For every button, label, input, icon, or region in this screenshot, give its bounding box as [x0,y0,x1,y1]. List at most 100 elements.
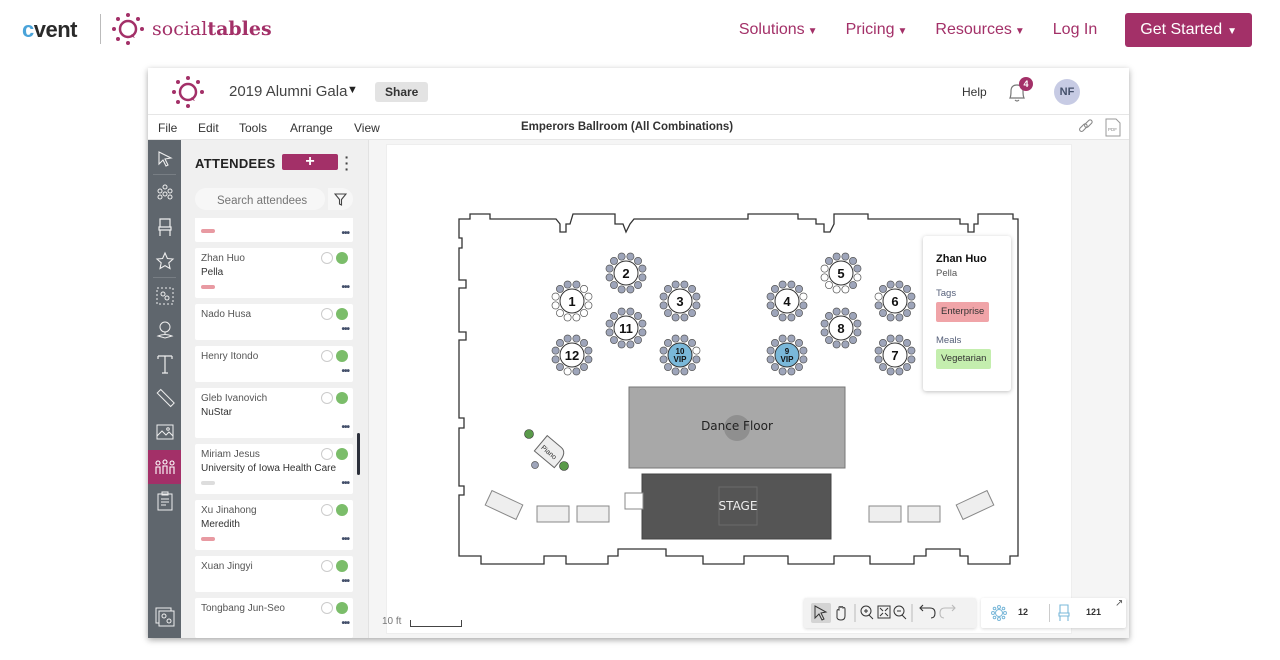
plant-icon[interactable] [559,461,569,471]
seat[interactable] [903,339,911,347]
seat[interactable] [895,367,904,376]
seat[interactable] [580,285,588,293]
seat[interactable] [572,313,581,322]
seat[interactable] [895,280,904,289]
table-12[interactable]: 12 [551,334,593,376]
seat[interactable] [659,301,668,310]
seat[interactable] [680,334,689,343]
seat[interactable] [626,252,635,261]
table-1[interactable]: 1 [551,280,593,322]
seat[interactable] [825,257,833,265]
seat[interactable] [610,312,618,320]
seat[interactable] [879,309,887,317]
seat[interactable] [634,257,642,265]
seat[interactable] [799,301,808,310]
seat[interactable] [820,319,829,328]
seat[interactable] [766,292,775,301]
seat[interactable] [556,339,564,347]
seat[interactable] [903,285,911,293]
seat[interactable] [617,285,626,294]
table-8[interactable]: 8 [820,307,862,349]
seat[interactable] [626,285,635,294]
zoom-out-icon[interactable] [893,605,907,620]
nav-login[interactable]: Log In [1053,21,1097,39]
cake-table[interactable] [907,505,941,523]
seat[interactable] [886,334,895,343]
seat[interactable] [771,309,779,317]
undo-icon[interactable] [919,604,936,619]
stage[interactable]: STAGE [641,473,832,540]
seat[interactable] [903,363,911,371]
seat[interactable] [671,334,680,343]
table-6[interactable]: 6 [874,280,916,322]
seat[interactable] [671,367,680,376]
seat[interactable] [638,319,647,328]
seat[interactable] [531,461,539,469]
seat[interactable] [778,334,787,343]
seat[interactable] [664,285,672,293]
seat[interactable] [832,252,841,261]
seat[interactable] [563,334,572,343]
seat[interactable] [692,292,701,301]
seat[interactable] [580,339,588,347]
seat[interactable] [874,292,883,301]
buffet-table[interactable] [868,505,902,523]
seat[interactable] [886,280,895,289]
seat[interactable] [799,346,808,355]
seat[interactable] [634,281,642,289]
seat[interactable] [556,285,564,293]
bar-table[interactable] [484,489,524,521]
seat[interactable] [799,355,808,364]
seat[interactable] [572,367,581,376]
table-3[interactable]: 3 [659,280,701,322]
seat[interactable] [825,312,833,320]
seat[interactable] [795,363,803,371]
seat[interactable] [778,313,787,322]
seat[interactable] [832,340,841,349]
seat[interactable] [849,257,857,265]
seat[interactable] [580,363,588,371]
seat[interactable] [795,339,803,347]
seat[interactable] [563,280,572,289]
seat[interactable] [778,280,787,289]
table-11[interactable]: 11 [605,307,647,349]
seat[interactable] [556,363,564,371]
seat[interactable] [832,307,841,316]
seat[interactable] [692,355,701,364]
seat[interactable] [787,280,796,289]
seat[interactable] [584,355,593,364]
seat[interactable] [551,355,560,364]
seat[interactable] [688,339,696,347]
expand-icon[interactable]: ↗ [1115,598,1123,609]
seat[interactable] [886,367,895,376]
seat[interactable] [688,363,696,371]
seat[interactable] [584,292,593,301]
seat[interactable] [688,285,696,293]
seat[interactable] [584,301,593,310]
seat[interactable] [617,252,626,261]
seat[interactable] [820,264,829,273]
seat[interactable] [680,280,689,289]
seat[interactable] [820,328,829,337]
plant-icon[interactable] [524,429,534,439]
seat[interactable] [799,292,808,301]
seat[interactable] [879,363,887,371]
seat[interactable] [605,328,614,337]
seat[interactable] [853,264,862,273]
seat[interactable] [795,309,803,317]
seat[interactable] [664,363,672,371]
seat[interactable] [795,285,803,293]
seat[interactable] [671,313,680,322]
seat[interactable] [907,301,916,310]
seat[interactable] [563,367,572,376]
seat[interactable] [907,355,916,364]
table-10[interactable]: 10VIP [659,334,701,376]
seat[interactable] [841,340,850,349]
seat[interactable] [841,252,850,261]
seat[interactable] [766,355,775,364]
seat[interactable] [841,307,850,316]
meal-vegetarian[interactable]: Vegetarian [936,349,992,369]
cake-table[interactable] [536,505,570,523]
seat[interactable] [895,313,904,322]
dance-floor[interactable]: Dance Floor [628,386,846,469]
